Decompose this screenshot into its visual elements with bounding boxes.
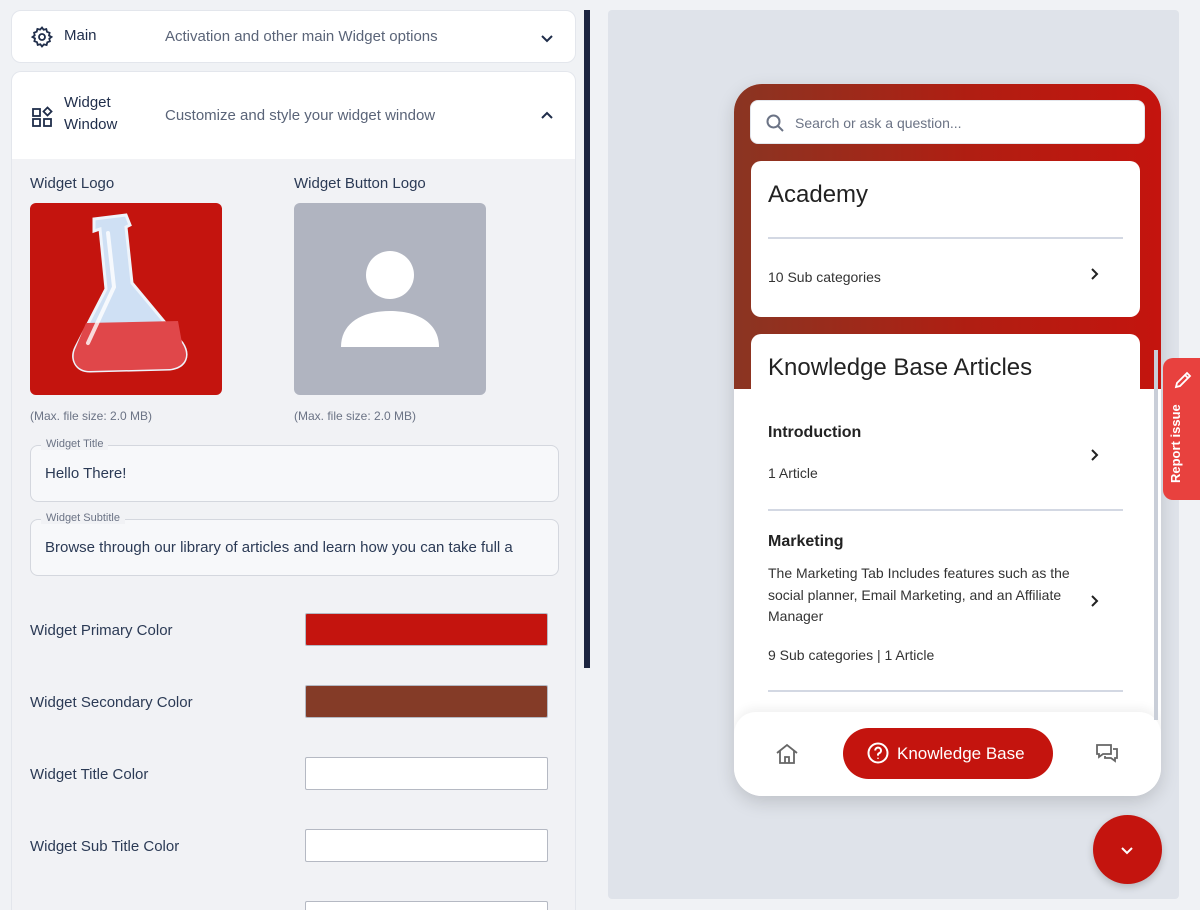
secondary-color-swatch[interactable]: [305, 685, 548, 718]
widget-logo-upload[interactable]: [30, 203, 222, 395]
chevron-down-icon: [1121, 847, 1133, 855]
academy-card[interactable]: Academy 10 Sub categories: [751, 161, 1140, 317]
article-introduction-meta: 1 Article: [768, 465, 818, 481]
flask-icon: [72, 213, 188, 373]
widget-bottom-nav: Knowledge Base: [734, 712, 1161, 796]
preview-search-bar[interactable]: Search or ask a question...: [750, 100, 1145, 144]
chevron-right-icon[interactable]: [1086, 593, 1102, 609]
article-marketing-description: The Marketing Tab Includes features such…: [768, 565, 1070, 624]
chat-icon[interactable]: [1094, 741, 1120, 767]
widget-subtitle-value: Browse through our library of articles a…: [45, 539, 513, 556]
widget-toggle-button[interactable]: [1093, 815, 1162, 884]
secondary-color-label: Widget Secondary Color: [30, 694, 193, 711]
preview-scrollbar[interactable]: [1154, 350, 1158, 720]
main-section-title: Main: [64, 27, 97, 44]
question-circle-icon: [867, 742, 889, 764]
knowledge-base-label: Knowledge Base: [897, 744, 1025, 763]
article-introduction-title[interactable]: Introduction: [768, 424, 861, 442]
title-color-label: Widget Title Color: [30, 766, 149, 783]
knowledge-base-button[interactable]: Knowledge Base: [843, 728, 1053, 779]
next-color-swatch[interactable]: [305, 901, 548, 910]
widget-button-logo-size-hint: (Max. file size: 2.0 MB): [294, 409, 417, 423]
chevron-down-icon[interactable]: [539, 30, 555, 46]
report-issue-label: Report issue: [1168, 404, 1183, 483]
academy-separator: [768, 237, 1123, 239]
academy-title: Academy: [768, 181, 869, 208]
primary-color-swatch[interactable]: [305, 613, 548, 646]
user-placeholder-icon: [341, 251, 439, 347]
academy-meta: 10 Sub categories: [768, 269, 881, 285]
widget-window-preview: Search or ask a question... Academy 10 S…: [734, 84, 1161, 796]
main-section-header[interactable]: Main Activation and other main Widget op…: [11, 10, 576, 63]
home-icon[interactable]: [774, 741, 800, 767]
article-separator: [768, 509, 1123, 511]
articles-title: Knowledge Base Articles: [768, 354, 1033, 381]
knowledge-base-articles-card: Knowledge Base Articles Introduction 1 A…: [751, 334, 1140, 694]
widgets-icon: [32, 106, 53, 127]
settings-panel: Main Activation and other main Widget op…: [11, 10, 576, 910]
main-section-description: Activation and other main Widget options: [165, 28, 438, 45]
widget-window-title: Widget Window: [64, 94, 118, 133]
primary-color-label: Widget Primary Color: [30, 622, 173, 639]
article-marketing-meta: 9 Sub categories | 1 Article: [768, 647, 935, 663]
chevron-right-icon[interactable]: [1086, 447, 1102, 463]
search-icon: [766, 114, 784, 132]
widget-button-logo-upload[interactable]: [294, 203, 486, 395]
gear-icon: [30, 26, 54, 48]
widget-title-field[interactable]: Widget Title Hello There!: [30, 438, 559, 502]
widget-subtitle-legend: Widget Subtitle: [41, 512, 125, 524]
subtitle-color-label: Widget Sub Title Color: [30, 838, 180, 855]
chevron-right-icon: [1091, 268, 1099, 280]
widget-title-value: Hello There!: [45, 465, 127, 482]
search-placeholder: Search or ask a question...: [795, 115, 962, 131]
widget-logo-size-hint: (Max. file size: 2.0 MB): [30, 409, 153, 423]
panel-divider[interactable]: [584, 10, 590, 668]
widget-title-legend: Widget Title: [41, 438, 109, 450]
subtitle-color-swatch[interactable]: [305, 829, 548, 862]
widget-window-description: Customize and style your widget window: [165, 107, 436, 124]
widget-preview-panel: Search or ask a question... Academy 10 S…: [608, 10, 1179, 899]
widget-window-section-header[interactable]: Widget Window Customize and style your w…: [11, 71, 576, 159]
widget-subtitle-field[interactable]: Widget Subtitle Browse through our libra…: [30, 512, 559, 576]
chevron-up-icon[interactable]: [539, 108, 555, 124]
article-marketing-title[interactable]: Marketing: [768, 533, 844, 551]
article-separator: [768, 690, 1123, 692]
title-color-swatch[interactable]: [305, 757, 548, 790]
widget-window-body: Widget Logo Widget Button Logo (Max. fil…: [11, 159, 576, 910]
widget-button-logo-label: Widget Button Logo: [294, 175, 426, 192]
report-issue-tab[interactable]: Report issue: [1163, 358, 1200, 500]
widget-logo-label: Widget Logo: [30, 175, 115, 192]
